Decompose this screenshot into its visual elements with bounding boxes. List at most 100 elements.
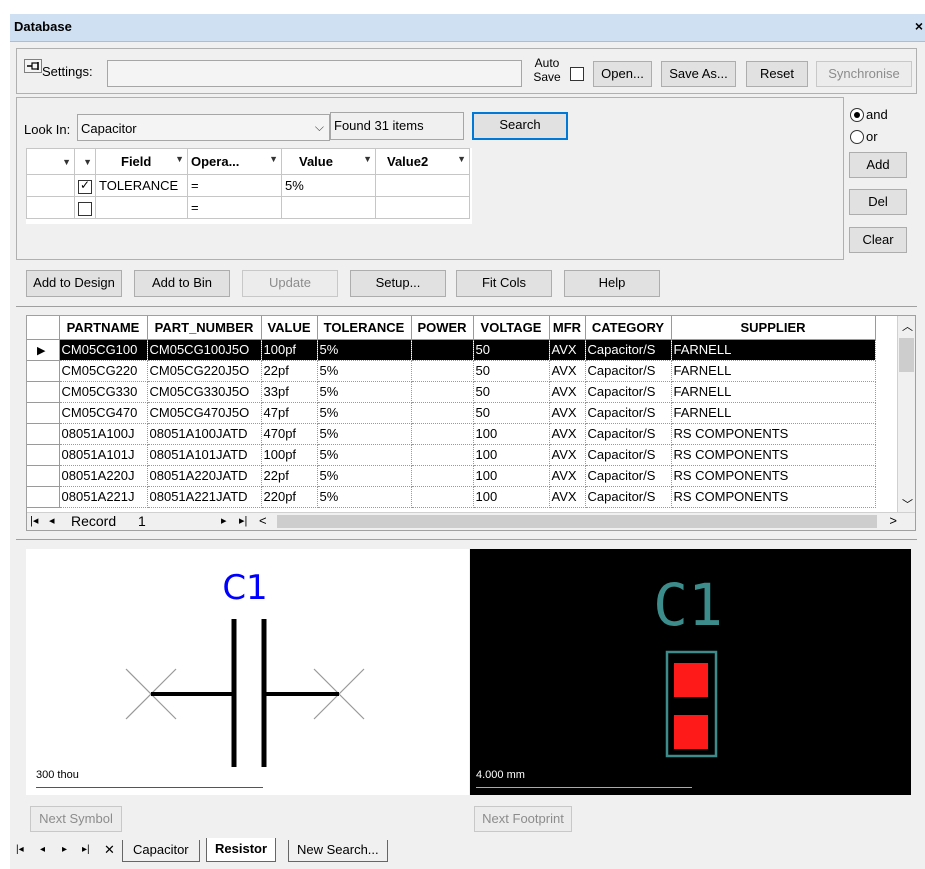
reset-button[interactable]: Reset	[746, 61, 808, 87]
last-record-icon[interactable]: ▸|	[239, 514, 247, 527]
results-col-header[interactable]: CATEGORY	[585, 316, 672, 340]
table-cell[interactable]: Capacitor/S	[585, 381, 672, 403]
table-cell[interactable]: AVX	[549, 465, 586, 487]
add-to-bin-button[interactable]: Add to Bin	[134, 270, 230, 297]
row-indicator[interactable]	[27, 486, 60, 508]
table-cell[interactable]: 100	[473, 423, 550, 445]
results-col-header[interactable]: PART_NUMBER	[147, 316, 262, 340]
fit-cols-button[interactable]: Fit Cols	[456, 270, 552, 297]
results-col-header[interactable]: POWER	[411, 316, 474, 340]
table-row[interactable]: ▶ CM05CG100 CM05CG100J5O 100pf 5% 50 AVX Capaci…	[27, 339, 876, 361]
table-row[interactable]: CM05CG470 CM05CG470J5O 47pf 5% 50 AVX Capacito…	[27, 402, 876, 424]
next-record-icon[interactable]: ▸	[221, 514, 227, 527]
table-cell[interactable]: 33pf	[261, 381, 318, 403]
dropdown-arrow-icon[interactable]: ▼	[83, 157, 92, 167]
table-cell[interactable]: CM05CG100	[59, 339, 148, 361]
table-cell[interactable]: CM05CG470	[59, 402, 148, 424]
table-cell[interactable]: 22pf	[261, 465, 318, 487]
table-cell[interactable]	[411, 486, 474, 508]
criteria-row[interactable]: =	[26, 196, 470, 219]
tab-close-icon[interactable]: ✕	[104, 842, 115, 858]
table-cell[interactable]: 50	[473, 381, 550, 403]
dropdown-arrow-icon[interactable]: ▼	[175, 154, 184, 164]
criteria-value-cell[interactable]: 5%	[281, 174, 376, 197]
first-record-icon[interactable]: |◂	[30, 514, 38, 527]
setup-button[interactable]: Setup...	[350, 270, 446, 297]
table-cell[interactable]: 100	[473, 486, 550, 508]
vertical-scrollbar[interactable]: ︿ ﹀	[897, 316, 915, 514]
criteria-col-header[interactable]: Opera... ▼	[187, 148, 282, 175]
row-indicator[interactable]	[27, 465, 60, 487]
help-button[interactable]: Help	[564, 270, 660, 297]
horizontal-scroll-thumb[interactable]	[277, 515, 877, 528]
table-cell[interactable]: 100pf	[261, 339, 318, 361]
criteria-value2-cell[interactable]	[375, 196, 470, 219]
scroll-down-icon[interactable]: ﹀	[902, 496, 913, 512]
table-cell[interactable]: 5%	[317, 381, 412, 403]
table-cell[interactable]: AVX	[549, 339, 586, 361]
table-row[interactable]: 08051A101J 08051A101JATD 100pf 5% 100 AVX Capa…	[27, 444, 876, 466]
table-cell[interactable]: AVX	[549, 444, 586, 466]
criteria-value-cell[interactable]	[281, 196, 376, 219]
add-to-design-button[interactable]: Add to Design	[26, 270, 122, 297]
table-cell[interactable]: CM05CG330J5O	[147, 381, 262, 403]
table-cell[interactable]	[411, 381, 474, 403]
table-cell[interactable]: RS COMPONENTS	[671, 465, 876, 487]
table-cell[interactable]: 5%	[317, 465, 412, 487]
table-cell[interactable]: 08051A100J	[59, 423, 148, 445]
table-row[interactable]: 08051A221J 08051A221JATD 220pf 5% 100 AVX Capa…	[27, 486, 876, 508]
table-cell[interactable]: 5%	[317, 423, 412, 445]
table-cell[interactable]: RS COMPONENTS	[671, 423, 876, 445]
table-cell[interactable]: CM05CG220J5O	[147, 360, 262, 382]
table-cell[interactable]: 47pf	[261, 402, 318, 424]
table-cell[interactable]: 08051A220J	[59, 465, 148, 487]
table-cell[interactable]	[411, 444, 474, 466]
close-icon[interactable]: ×	[915, 18, 923, 34]
row-indicator[interactable]	[27, 423, 60, 445]
row-indicator[interactable]	[27, 402, 60, 424]
table-cell[interactable]	[411, 360, 474, 382]
table-row[interactable]: 08051A100J 08051A100JATD 470pf 5% 100 AVX Capa…	[27, 423, 876, 445]
table-cell[interactable]	[411, 465, 474, 487]
table-row[interactable]: CM05CG220 CM05CG220J5O 22pf 5% 50 AVX Capacito…	[27, 360, 876, 382]
synchronise-button[interactable]: Synchronise	[816, 61, 912, 87]
table-cell[interactable]: 08051A101JATD	[147, 444, 262, 466]
table-cell[interactable]: CM05CG330	[59, 381, 148, 403]
scroll-left-icon[interactable]: <	[259, 513, 267, 528]
criteria-field-cell[interactable]: TOLERANCE	[95, 174, 188, 197]
table-cell[interactable]: CM05CG470J5O	[147, 402, 262, 424]
criteria-row-check[interactable]	[74, 196, 96, 219]
table-cell[interactable]: 50	[473, 339, 550, 361]
tab-last-icon[interactable]: ▸|	[82, 844, 90, 855]
open-button[interactable]: Open...	[593, 61, 652, 87]
table-cell[interactable]: Capacitor/S	[585, 402, 672, 424]
clear-criteria-button[interactable]: Clear	[849, 227, 907, 253]
table-cell[interactable]: AVX	[549, 402, 586, 424]
table-cell[interactable]: Capacitor/S	[585, 360, 672, 382]
table-cell[interactable]	[411, 339, 474, 361]
results-col-header[interactable]: VOLTAGE	[473, 316, 550, 340]
table-cell[interactable]: 5%	[317, 402, 412, 424]
tab-new-search[interactable]: New Search...	[288, 840, 388, 862]
save-as-button[interactable]: Save As...	[661, 61, 736, 87]
results-col-header[interactable]: PARTNAME	[59, 316, 148, 340]
table-cell[interactable]: 100	[473, 465, 550, 487]
tab-first-icon[interactable]: |◂	[16, 844, 24, 855]
del-criteria-button[interactable]: Del	[849, 189, 907, 215]
table-cell[interactable]: AVX	[549, 381, 586, 403]
table-cell[interactable]: RS COMPONENTS	[671, 444, 876, 466]
criteria-row-check[interactable]: ✓	[74, 174, 96, 197]
table-cell[interactable]: FARNELL	[671, 339, 876, 361]
table-cell[interactable]	[411, 423, 474, 445]
table-cell[interactable]: 08051A220JATD	[147, 465, 262, 487]
criteria-col-header[interactable]: Value ▼	[281, 148, 376, 175]
search-button[interactable]: Search	[472, 112, 568, 140]
scroll-right-icon[interactable]: >	[889, 513, 897, 528]
table-cell[interactable]: Capacitor/S	[585, 444, 672, 466]
table-cell[interactable]: RS COMPONENTS	[671, 486, 876, 508]
results-col-header[interactable]: MFR	[549, 316, 586, 340]
table-cell[interactable]: 5%	[317, 444, 412, 466]
table-cell[interactable]: 08051A221J	[59, 486, 148, 508]
update-button[interactable]: Update	[242, 270, 338, 297]
look-in-select[interactable]: Capacitor ⌵	[77, 114, 330, 141]
